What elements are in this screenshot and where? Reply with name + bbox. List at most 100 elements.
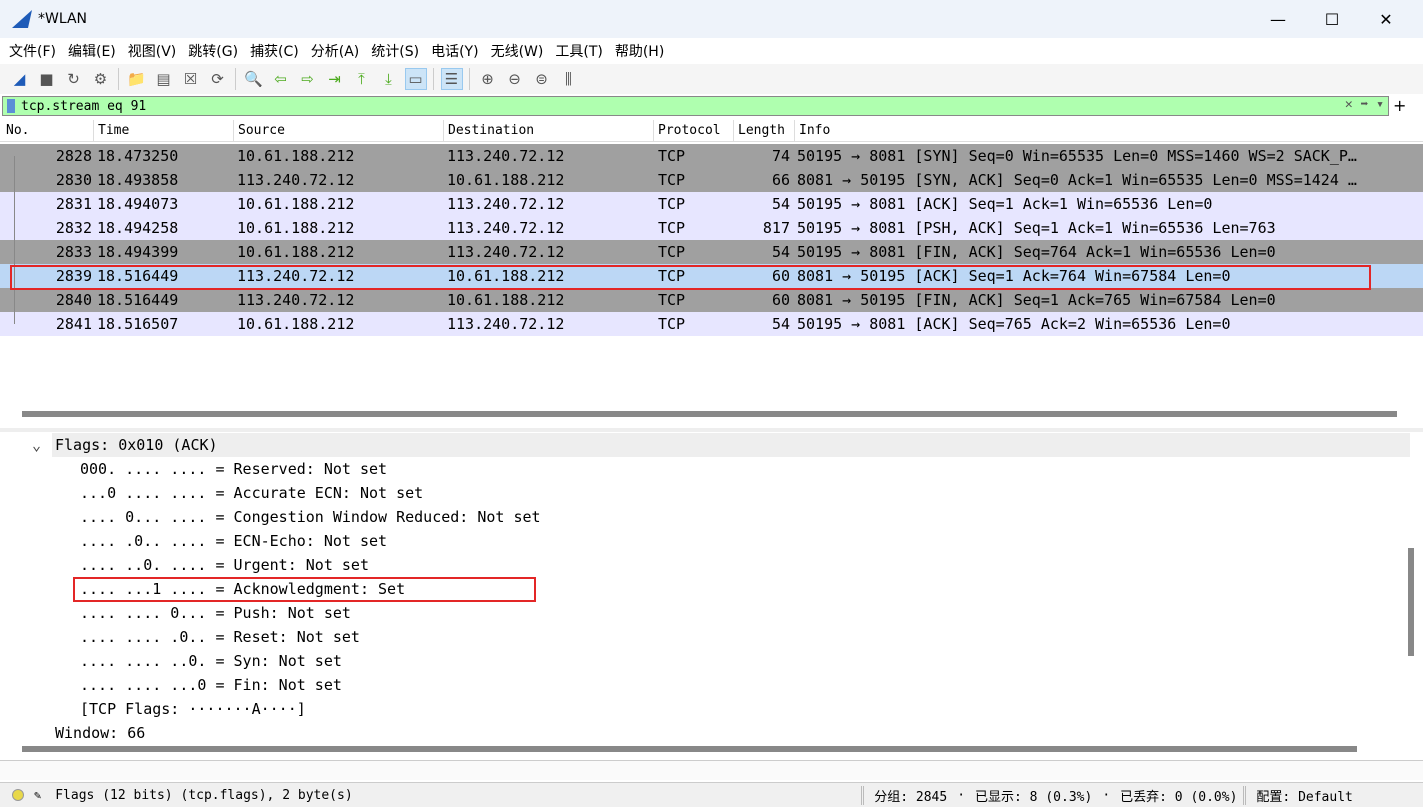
- tree-item-flag-bit[interactable]: .... .... .0.. = Reset: Not set: [0, 625, 1410, 649]
- add-filter-button[interactable]: +: [1393, 96, 1406, 115]
- column-source[interactable]: Source: [233, 120, 285, 142]
- menu-item[interactable]: 编辑(E): [63, 41, 121, 61]
- tree-item-flag-bit[interactable]: 000. .... .... = Reserved: Not set: [0, 457, 1410, 481]
- menu-item[interactable]: 统计(S): [366, 41, 424, 61]
- status-field: Flags (12 bits) (tcp.flags), 2 byte(s): [55, 787, 353, 803]
- cell-proto: TCP: [658, 219, 686, 237]
- menu-item[interactable]: 文件(F): [4, 41, 61, 61]
- expert-info-icon[interactable]: [12, 789, 24, 801]
- cell-proto: TCP: [658, 243, 686, 261]
- go-back-icon[interactable]: ⇦: [270, 68, 292, 90]
- column-destination[interactable]: Destination: [443, 120, 534, 142]
- first-packet-icon[interactable]: ⤒: [351, 68, 373, 90]
- cell-dst: 113.240.72.12: [447, 219, 565, 237]
- tree-item-flag-bit[interactable]: [TCP Flags: ·······A····]: [0, 697, 1410, 721]
- cell-info: 50195 → 8081 [ACK] Seq=1 Ack=1 Win=65536…: [797, 195, 1213, 213]
- cell-no: 2831: [55, 195, 92, 213]
- autoscroll-icon[interactable]: ▭: [404, 68, 427, 90]
- clear-filter-icon[interactable]: ✕: [1345, 97, 1353, 112]
- save-file-icon[interactable]: ▤: [153, 68, 175, 90]
- cell-proto: TCP: [658, 315, 686, 333]
- cell-no: 2840: [55, 291, 92, 309]
- cell-no: 2830: [55, 171, 92, 189]
- packet-row[interactable]: 2833 18.494399 10.61.188.212 113.240.72.12 T…: [0, 240, 1423, 264]
- cell-src: 113.240.72.12: [237, 171, 355, 189]
- cell-dst: 113.240.72.12: [447, 315, 565, 333]
- tree-item-flag-bit[interactable]: .... ..0. .... = Urgent: Not set: [0, 553, 1410, 577]
- cell-dst: 10.61.188.212: [447, 171, 565, 189]
- tree-item-flag-bit[interactable]: ...0 .... .... = Accurate ECN: Not set: [0, 481, 1410, 505]
- cell-len: 54: [771, 315, 790, 333]
- bookmark-icon[interactable]: [7, 99, 15, 113]
- separator: ·: [1102, 787, 1111, 803]
- menu-item[interactable]: 帮助(H): [610, 41, 669, 61]
- packet-row[interactable]: 2830 18.493858 113.240.72.12 10.61.188.212 T…: [0, 168, 1423, 192]
- packet-row[interactable]: 2841 18.516507 10.61.188.212 113.240.72.12 T…: [0, 312, 1423, 336]
- minimize-button[interactable]: —: [1251, 0, 1305, 38]
- tree-item-flags[interactable]: ⌄ Flags: 0x010 (ACK): [32, 433, 1410, 457]
- reload-icon[interactable]: ⟳: [207, 68, 229, 90]
- edit-comment-icon[interactable]: ✎: [34, 788, 41, 802]
- open-file-icon[interactable]: 📁: [126, 68, 148, 90]
- packet-row[interactable]: 2831 18.494073 10.61.188.212 113.240.72.12 T…: [0, 192, 1423, 216]
- find-icon[interactable]: 🔍: [243, 68, 265, 90]
- menu-item[interactable]: 电话(Y): [426, 41, 483, 61]
- stop-icon[interactable]: ■: [36, 68, 58, 90]
- details-vscrollbar[interactable]: [1408, 548, 1414, 656]
- cell-src: 10.61.188.212: [237, 219, 355, 237]
- zoom-out-icon[interactable]: ⊖: [504, 68, 526, 90]
- display-filter-input[interactable]: tcp.stream eq 91 ✕ ➡ ▾: [2, 96, 1389, 116]
- tree-item-flag-bit[interactable]: .... .... ...0 = Fin: Not set: [0, 673, 1410, 697]
- column-info[interactable]: Info: [794, 120, 830, 142]
- apply-filter-icon[interactable]: ➡: [1361, 97, 1369, 112]
- cell-dst: 113.240.72.12: [447, 147, 565, 165]
- packet-list-hscrollbar[interactable]: [22, 411, 1397, 417]
- colorize-icon[interactable]: ☰: [440, 68, 463, 90]
- column-no[interactable]: No.: [2, 120, 29, 142]
- status-displayed: 已显示: 8 (0.3%): [975, 789, 1093, 805]
- capture-options-icon[interactable]: ⚙: [90, 68, 112, 90]
- menu-item[interactable]: 跳转(G): [183, 41, 243, 61]
- cell-time: 18.494073: [97, 195, 179, 213]
- close-button[interactable]: ✕: [1359, 0, 1413, 38]
- zoom-in-icon[interactable]: ⊕: [477, 68, 499, 90]
- packet-row[interactable]: 2828 18.473250 10.61.188.212 113.240.72.12 T…: [0, 144, 1423, 168]
- separator: ·: [957, 787, 966, 803]
- menu-item[interactable]: 工具(T): [550, 41, 607, 61]
- column-protocol[interactable]: Protocol: [653, 120, 721, 142]
- last-packet-icon[interactable]: ⤓: [378, 68, 400, 90]
- details-hscrollbar[interactable]: [22, 746, 1357, 752]
- go-forward-icon[interactable]: ⇨: [297, 68, 319, 90]
- menu-item[interactable]: 无线(W): [486, 41, 549, 61]
- chevron-down-icon[interactable]: ⌄: [32, 433, 41, 457]
- close-file-icon[interactable]: ☒: [180, 68, 202, 90]
- cell-info: 50195 → 8081 [FIN, ACK] Seq=764 Ack=1 Wi…: [797, 243, 1276, 261]
- cell-src: 10.61.188.212: [237, 315, 355, 333]
- packet-row[interactable]: 2840 18.516449 113.240.72.12 10.61.188.212 T…: [0, 288, 1423, 312]
- menu-item[interactable]: 分析(A): [306, 41, 365, 61]
- tree-item-flag-bit[interactable]: .... .0.. .... = ECN-Echo: Not set: [0, 529, 1410, 553]
- packet-row[interactable]: 2832 18.494258 10.61.188.212 113.240.72.12 T…: [0, 216, 1423, 240]
- cell-src: 10.61.188.212: [237, 243, 355, 261]
- highlight-box: [10, 265, 1371, 290]
- tree-item-flag-bit[interactable]: .... 0... .... = Congestion Window Reduc…: [0, 505, 1410, 529]
- filter-value[interactable]: tcp.stream eq 91: [21, 99, 146, 114]
- go-to-packet-icon[interactable]: ⇥: [324, 68, 346, 90]
- tree-item-flag-bit[interactable]: .... .... ..0. = Syn: Not set: [0, 649, 1410, 673]
- shark-fin-start-icon[interactable]: ◢: [9, 68, 31, 90]
- restart-icon[interactable]: ↻: [63, 68, 85, 90]
- zoom-normal-icon[interactable]: ⊜: [531, 68, 553, 90]
- cell-time: 18.493858: [97, 171, 179, 189]
- maximize-button[interactable]: ☐: [1305, 0, 1359, 38]
- cell-len: 60: [771, 291, 790, 309]
- status-profile[interactable]: 配置: Default: [1243, 785, 1353, 805]
- tree-item-flag-bit[interactable]: .... .... 0... = Push: Not set: [0, 601, 1410, 625]
- resize-columns-icon[interactable]: ⫼: [558, 68, 580, 90]
- window-title: *WLAN: [38, 11, 88, 27]
- filter-history-dropdown[interactable]: ▾: [1376, 97, 1384, 112]
- menu-item[interactable]: 视图(V): [123, 41, 182, 61]
- column-time[interactable]: Time: [93, 120, 129, 142]
- tree-item-window[interactable]: Window: 66: [0, 721, 1410, 740]
- menu-item[interactable]: 捕获(C): [245, 41, 304, 61]
- column-length[interactable]: Length: [733, 120, 785, 142]
